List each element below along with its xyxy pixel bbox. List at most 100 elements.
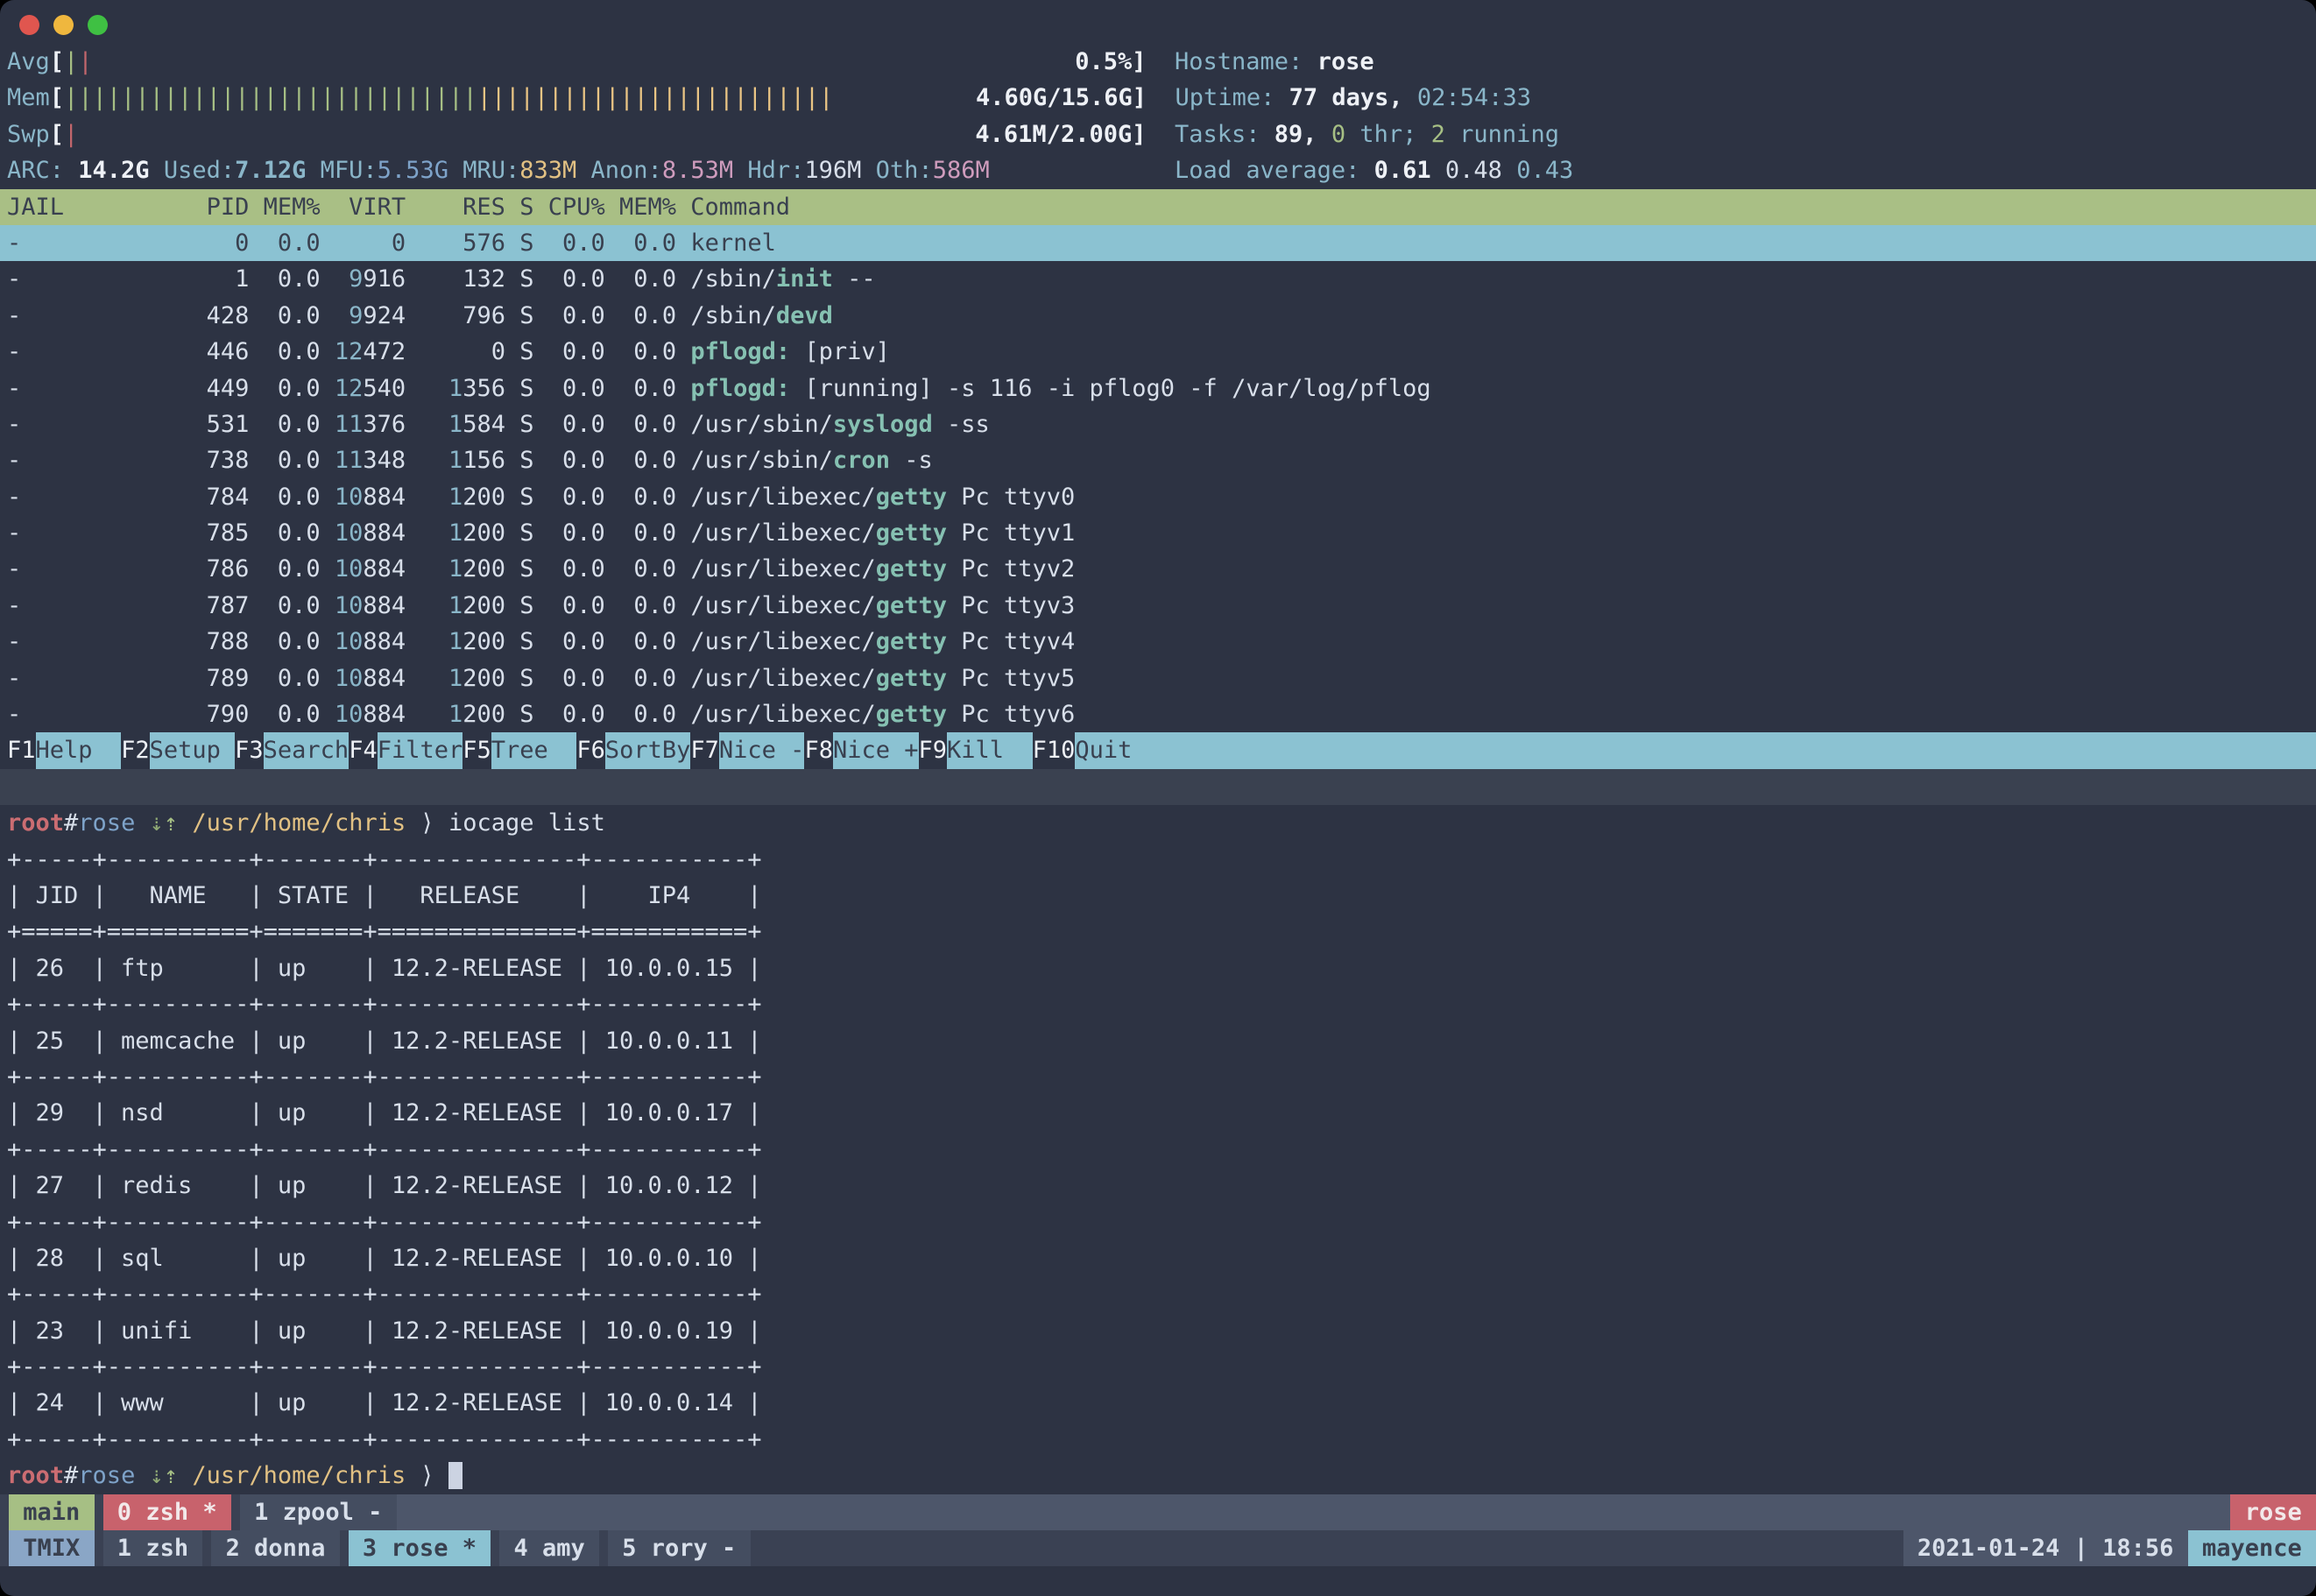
- res-hi: 1: [448, 519, 462, 547]
- tmux2-window-1[interactable]: 2 donna: [211, 1530, 339, 1566]
- virt: 924: [363, 302, 406, 329]
- shell-prompt-2: root#rose ⇣⇡ /usr/home/chris ⟩: [0, 1458, 2316, 1494]
- fkey-f2[interactable]: F2: [121, 732, 150, 768]
- htop-process-row[interactable]: - 446 0.0 12472 0 S 0.0 0.0 pflogd: [pri…: [0, 334, 2316, 370]
- htop-process-row[interactable]: - 790 0.0 10884 1200 S 0.0 0.0 /usr/libe…: [0, 696, 2316, 732]
- state: S: [505, 338, 534, 365]
- command: /sbin/: [690, 302, 776, 329]
- terminal-content: Avg[|| 0.5%] Hostname: roseMem[|||||||||…: [0, 0, 2316, 1566]
- cpu-pct: 0.0: [534, 411, 605, 438]
- fkey-f1[interactable]: F1: [7, 732, 36, 768]
- htop-process-row[interactable]: - 787 0.0 10884 1200 S 0.0 0.0 /usr/libe…: [0, 588, 2316, 624]
- mem-pct: 0.0: [249, 701, 320, 728]
- fkey-f7[interactable]: F7: [690, 732, 719, 768]
- fkey-label-sortby[interactable]: SortBy: [605, 732, 691, 768]
- cpu-pct: 0.0: [534, 484, 605, 511]
- htop-process-row[interactable]: - 784 0.0 10884 1200 S 0.0 0.0 /usr/libe…: [0, 479, 2316, 515]
- htop-process-row[interactable]: - 531 0.0 11376 1584 S 0.0 0.0 /usr/sbin…: [0, 406, 2316, 442]
- tmux1-window-1[interactable]: 1 zpool -: [240, 1494, 397, 1530]
- jail-table-row: | 27 | redis | up | 12.2-RELEASE | 10.0.…: [0, 1168, 2316, 1204]
- fkey-label-kill[interactable]: Kill: [947, 732, 1033, 768]
- cpu-pct: 0.0: [534, 375, 605, 402]
- fkey-f4[interactable]: F4: [349, 732, 378, 768]
- system-info: Hostname:: [1175, 48, 1317, 75]
- htop-process-row[interactable]: - 789 0.0 10884 1200 S 0.0 0.0 /usr/libe…: [0, 660, 2316, 696]
- tmux-session-main[interactable]: main: [9, 1494, 95, 1530]
- mem-pct2: 0.0: [605, 519, 676, 547]
- meter-value: 0.5%: [1075, 48, 1132, 75]
- jail-table-border: +-----+----------+-------+--------------…: [0, 842, 2316, 878]
- mem-pct: 0.0: [249, 302, 320, 329]
- tmux2-window-4[interactable]: 5 rory -: [608, 1530, 751, 1566]
- virt: 540: [363, 375, 406, 402]
- command: /usr/libexec/: [690, 555, 875, 583]
- res: 200: [462, 484, 505, 511]
- htop-table-header[interactable]: JAIL PID MEM% VIRT RES S CPU% MEM% Comma…: [0, 189, 2316, 225]
- meter-bar: |: [748, 84, 762, 111]
- meter-bar: |: [406, 84, 420, 111]
- fkey-f8[interactable]: F8: [804, 732, 833, 768]
- prompt-segment: [178, 1462, 192, 1489]
- meter-bar: |: [819, 84, 833, 111]
- system-info: running: [1445, 121, 1559, 148]
- status-gap: [202, 1530, 211, 1566]
- fkey-label-nice-[interactable]: Nice -: [719, 732, 805, 768]
- tmux-session-tmix[interactable]: TMIX: [9, 1530, 95, 1566]
- res: 584: [462, 411, 505, 438]
- htop-process-row[interactable]: - 785 0.0 10884 1200 S 0.0 0.0 /usr/libe…: [0, 515, 2316, 551]
- jail-table-row: | 23 | unifi | up | 12.2-RELEASE | 10.0.…: [0, 1313, 2316, 1349]
- fkey-label-filter[interactable]: Filter: [378, 732, 463, 768]
- command: syslogd: [833, 411, 933, 438]
- close-button[interactable]: [19, 15, 39, 35]
- virt-hi: 10: [335, 519, 364, 547]
- fkey-f6[interactable]: F6: [576, 732, 605, 768]
- htop-process-row[interactable]: - 0 0.0 0 576 S 0.0 0.0 kernel: [0, 225, 2316, 261]
- command: /usr/libexec/: [690, 592, 875, 619]
- res: 200: [462, 665, 505, 692]
- fkey-label-search[interactable]: Search: [264, 732, 350, 768]
- fkey-f9[interactable]: F9: [919, 732, 948, 768]
- text-cursor[interactable]: [448, 1462, 462, 1489]
- fkey-label-setup[interactable]: Setup: [150, 732, 236, 768]
- fkey-label-tree[interactable]: Tree: [491, 732, 577, 768]
- tmux2-window-3[interactable]: 4 amy: [499, 1530, 599, 1566]
- jail-pid: - 786: [7, 555, 249, 583]
- virt: 348: [363, 447, 406, 474]
- virt: 884: [363, 701, 406, 728]
- state: S: [505, 701, 534, 728]
- tmux2-window-2[interactable]: 3 rose *: [349, 1530, 491, 1566]
- mem-pct2: 0.0: [605, 701, 676, 728]
- meter-bar: |: [691, 84, 705, 111]
- fkey-label-nice-[interactable]: Nice +: [833, 732, 919, 768]
- load-average: 0.61: [1374, 157, 1445, 184]
- command: init: [776, 265, 833, 293]
- command: --: [833, 265, 876, 293]
- state: S: [505, 555, 534, 583]
- fkey-f5[interactable]: F5: [462, 732, 491, 768]
- htop-process-row[interactable]: - 449 0.0 12540 1356 S 0.0 0.0 pflogd: […: [0, 371, 2316, 406]
- tmux1-window-0[interactable]: 0 zsh *: [103, 1494, 231, 1530]
- zoom-button[interactable]: [88, 15, 108, 35]
- tmux2-window-0[interactable]: 1 zsh: [103, 1530, 203, 1566]
- htop-process-row[interactable]: - 788 0.0 10884 1200 S 0.0 0.0 /usr/libe…: [0, 624, 2316, 660]
- htop-process-row[interactable]: - 428 0.0 9924 796 S 0.0 0.0 /sbin/devd: [0, 298, 2316, 334]
- fkey-label-quit[interactable]: Quit: [1075, 732, 2316, 768]
- status-gap: [599, 1530, 608, 1566]
- res: 576: [462, 230, 505, 257]
- mem-pct2: 0.0: [605, 555, 676, 583]
- htop-process-row[interactable]: - 738 0.0 11348 1156 S 0.0 0.0 /usr/sbin…: [0, 442, 2316, 478]
- htop-process-row[interactable]: - 1 0.0 9916 132 S 0.0 0.0 /sbin/init --: [0, 261, 2316, 297]
- command: /usr/libexec/: [690, 484, 875, 511]
- htop-process-row[interactable]: - 786 0.0 10884 1200 S 0.0 0.0 /usr/libe…: [0, 551, 2316, 587]
- fkey-label-help[interactable]: Help: [36, 732, 122, 768]
- fkey-f10[interactable]: F10: [1033, 732, 1076, 768]
- fkey-f3[interactable]: F3: [235, 732, 264, 768]
- minimize-button[interactable]: [53, 15, 74, 35]
- res-hi: 1: [448, 555, 462, 583]
- mem-pct2: 0.0: [605, 592, 676, 619]
- res-hi: 1: [448, 665, 462, 692]
- window-controls: [19, 15, 108, 35]
- state: S: [505, 302, 534, 329]
- htop-meter-mem: Mem[||||||||||||||||||||||||||||||||||||…: [0, 80, 2316, 116]
- meter-bar: |: [562, 84, 576, 111]
